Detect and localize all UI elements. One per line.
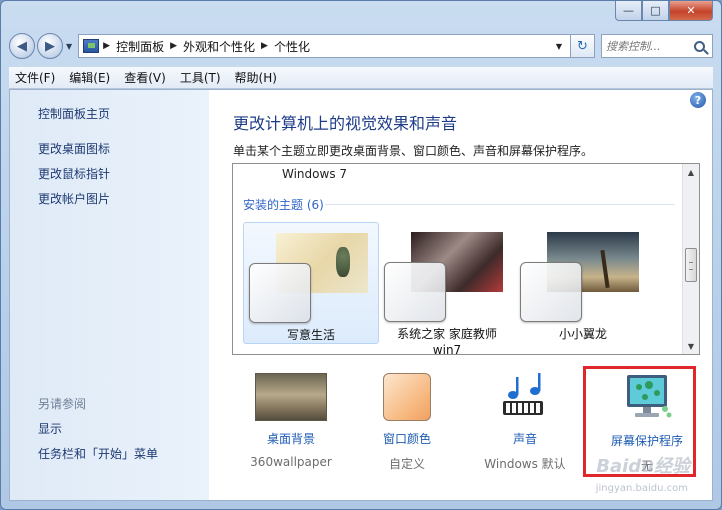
wallpaper-thumbnail (255, 373, 327, 421)
page-title: 更改计算机上的视觉效果和声音 (233, 114, 458, 133)
option-label[interactable]: 声音 (475, 430, 575, 447)
see-also-heading: 另请参阅 (38, 397, 87, 411)
refresh-button[interactable]: ↻ (571, 34, 595, 58)
breadcrumb-control-panel[interactable]: 控制面板 (116, 38, 164, 55)
option-sounds[interactable]: 声音 Windows 默认 (475, 373, 575, 472)
breadcrumb-separator-icon[interactable]: ▶ (103, 41, 110, 51)
sidebar-link-account-picture[interactable]: 更改帐户图片 (38, 190, 110, 207)
theme-tile-xieyi[interactable]: 写意生活 (243, 222, 379, 344)
menu-tools[interactable]: 工具(T) (180, 69, 221, 86)
scrollbar-thumb[interactable] (685, 248, 697, 282)
theme-tile-xitongzhijia[interactable]: 系统之家 家庭教师 win7 (379, 222, 515, 357)
maximize-button[interactable]: □ (642, 1, 669, 21)
back-arrow-icon: ◀ (17, 38, 27, 54)
back-button[interactable]: ◀ (9, 33, 35, 59)
close-button[interactable]: ✕ (669, 1, 713, 21)
theme-color-swatch (520, 262, 582, 322)
music-notes-icon (499, 373, 551, 421)
menu-help[interactable]: 帮助(H) (235, 69, 277, 86)
refresh-icon: ↻ (577, 38, 588, 54)
theme-color-swatch (384, 262, 446, 322)
minimize-button[interactable]: — (615, 1, 642, 21)
windows7-theme-label[interactable]: Windows 7 (282, 167, 347, 181)
personalization-window: — □ ✕ ◀ ▶ ▼ ▶ 控制面板 ▶ 外观和个性化 ▶ 个性化 ▼ ↻ 文件… (0, 0, 722, 510)
scroll-down-icon[interactable]: ▼ (683, 338, 699, 354)
option-desktop-background[interactable]: 桌面背景 360wallpaper (241, 373, 341, 469)
sidebar-link-display[interactable]: 显示 (38, 420, 62, 437)
control-panel-icon (83, 39, 100, 53)
theme-color-swatch (249, 263, 311, 323)
baidu-watermark-url: jingyan.baidu.com (595, 483, 688, 494)
theme-name: 系统之家 家庭教师 win7 (397, 327, 497, 357)
theme-list-scrollbar[interactable]: ▲ ▼ (682, 164, 699, 354)
sidebar-link-taskbar-start-menu[interactable]: 任务栏和「开始」菜单 (38, 445, 158, 462)
theme-list: Windows 7 安装的主题 (6) 写意生活 系统之家 家庭教师 win7 (232, 163, 700, 357)
page-subtitle: 单击某个主题立即更改桌面背景、窗口颜色、声音和屏幕保护程序。 (233, 144, 594, 158)
breadcrumb-personalization[interactable]: 个性化 (274, 38, 310, 55)
breadcrumb-separator-icon[interactable]: ▶ (170, 41, 177, 51)
option-value: 360wallpaper (250, 455, 332, 469)
search-box[interactable] (601, 34, 713, 58)
content-area: 控制面板主页 更改桌面图标 更改鼠标指针 更改帐户图片 另请参阅 显示 任务栏和… (9, 89, 713, 501)
recent-pages-dropdown-icon[interactable]: ▼ (66, 42, 72, 51)
breadcrumb-separator-icon[interactable]: ▶ (261, 41, 268, 51)
theme-name: 写意生活 (286, 328, 335, 342)
window-color-swatch-icon (383, 373, 431, 421)
menu-file[interactable]: 文件(F) (15, 69, 55, 86)
window-caption-buttons: — □ ✕ (615, 1, 713, 21)
forward-arrow-icon: ▶ (45, 38, 55, 54)
sidebar-link-control-panel-home[interactable]: 控制面板主页 (38, 105, 110, 122)
address-bar[interactable]: ▶ 控制面板 ▶ 外观和个性化 ▶ 个性化 ▼ (78, 34, 571, 58)
installed-themes-heading: 安装的主题 (6) (243, 198, 324, 212)
option-value: Windows 默认 (484, 457, 566, 471)
theme-name: 小小翼龙 (558, 327, 607, 341)
menu-bar: 文件(F) 编辑(E) 查看(V) 工具(T) 帮助(H) (9, 67, 713, 89)
help-icon[interactable]: ? (690, 92, 706, 108)
forward-button[interactable]: ▶ (37, 33, 63, 59)
navigation-row: ◀ ▶ ▼ ▶ 控制面板 ▶ 外观和个性化 ▶ 个性化 ▼ ↻ (9, 31, 713, 61)
option-label[interactable]: 窗口颜色 (357, 430, 457, 447)
option-value: 自定义 (388, 457, 425, 471)
sidebar-link-mouse-pointers[interactable]: 更改鼠标指针 (38, 165, 110, 182)
option-label[interactable]: 桌面背景 (241, 430, 341, 447)
breadcrumb-appearance[interactable]: 外观和个性化 (183, 38, 255, 55)
address-dropdown-icon[interactable]: ▼ (556, 42, 562, 51)
scroll-up-icon[interactable]: ▲ (683, 164, 699, 180)
search-input[interactable] (606, 39, 692, 53)
option-window-color[interactable]: 窗口颜色 自定义 (357, 373, 457, 472)
theme-tile-xiaoxiaoyilong[interactable]: 小小翼龙 (515, 222, 651, 344)
menu-edit[interactable]: 编辑(E) (69, 69, 110, 86)
sidebar: 控制面板主页 更改桌面图标 更改鼠标指针 更改帐户图片 另请参阅 显示 任务栏和… (10, 90, 209, 500)
baidu-watermark: Baidu经验 (596, 456, 690, 477)
menu-view[interactable]: 查看(V) (124, 69, 166, 86)
search-icon[interactable] (694, 40, 705, 52)
sidebar-link-desktop-icons[interactable]: 更改桌面图标 (38, 140, 110, 157)
section-divider (325, 204, 675, 205)
